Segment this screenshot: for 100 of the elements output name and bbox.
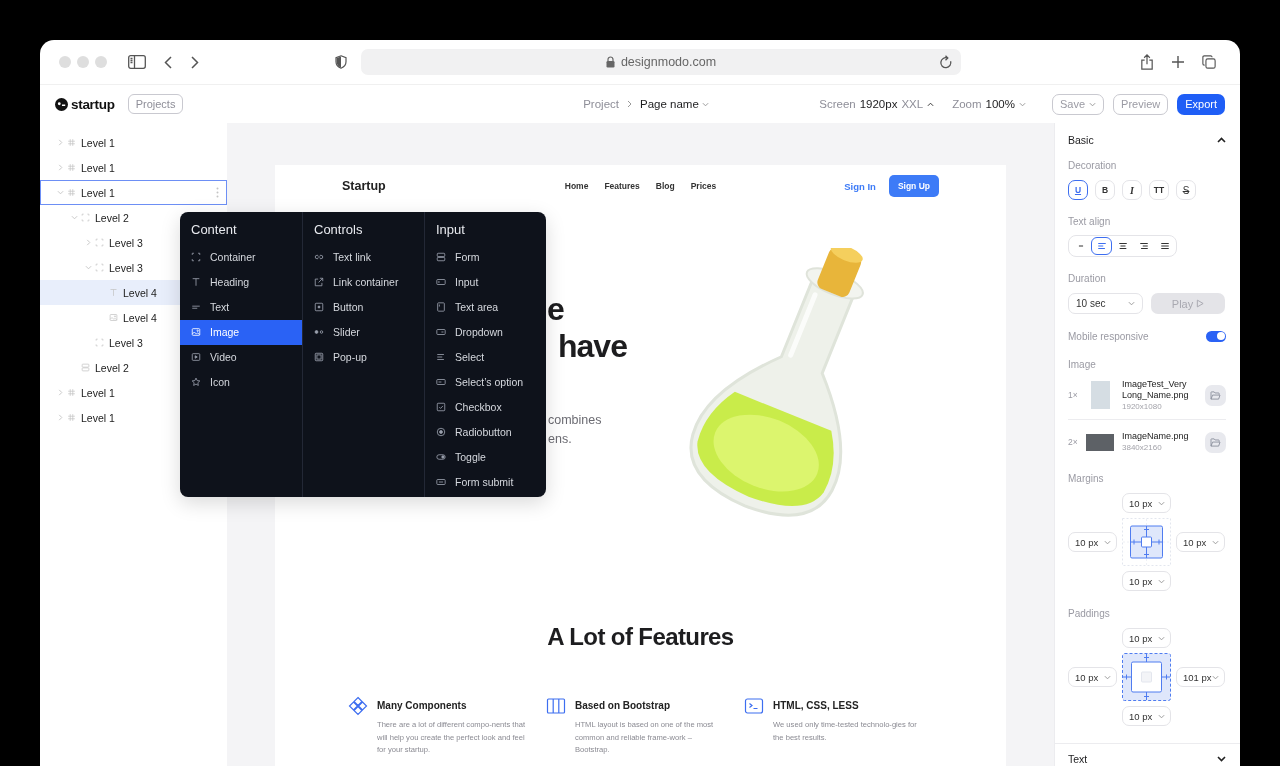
logo-icon	[55, 97, 68, 111]
letter-t-icon	[109, 288, 118, 297]
menu-item[interactable]: Form submit	[425, 469, 546, 495]
nav-link[interactable]: Prices	[690, 181, 717, 191]
decoration-button[interactable]: S	[1176, 180, 1196, 200]
plus-icon[interactable]	[1171, 54, 1185, 70]
section-header[interactable]: Text	[1068, 751, 1226, 766]
chevron-right-icon	[627, 100, 632, 108]
menu-item[interactable]: Text link	[303, 244, 424, 270]
window-dot-icon[interactable]	[77, 56, 89, 68]
menu-item[interactable]: Select’s option	[425, 369, 546, 395]
value-dropdown[interactable]: 10 px	[1122, 493, 1171, 513]
paragraph-fragment: ens.	[548, 432, 572, 446]
heading-fragment: e	[547, 291, 564, 327]
layer-item[interactable]: Level 1	[40, 405, 227, 430]
tall-box-icon	[436, 302, 446, 312]
dropdown-box-icon	[436, 327, 446, 337]
sign-up-button[interactable]: Sign Up	[888, 175, 939, 197]
layer-item[interactable]: Level 1	[40, 155, 227, 180]
align-center-icon	[1117, 241, 1128, 251]
hash-icon	[67, 138, 76, 147]
play-box-icon	[191, 352, 201, 362]
window-dot-icon[interactable]	[59, 56, 71, 68]
field-label: Paddings	[1068, 607, 1111, 621]
chevron-down-icon[interactable]	[56, 190, 64, 195]
option-box-icon	[436, 377, 446, 387]
section-header[interactable]: Basic	[1068, 132, 1226, 148]
menu-item[interactable]: Input	[425, 269, 546, 295]
decoration-button[interactable]: TT	[1149, 180, 1169, 200]
breadcrumb-link[interactable]: Page name	[640, 98, 709, 110]
diamond-grid-icon	[348, 696, 368, 716]
chevron-right-icon[interactable]	[57, 389, 63, 396]
value-dropdown[interactable]: 10 px	[1122, 706, 1171, 726]
submit-box-icon	[436, 477, 446, 487]
caret-down-icon	[1158, 635, 1165, 641]
url-text: designmodo.com	[620, 55, 717, 69]
menu-item[interactable]: Button	[303, 294, 424, 320]
decoration-button[interactable]: U	[1068, 180, 1088, 200]
field-label: Margins	[1068, 472, 1105, 486]
value-dropdown[interactable]: 10 px	[1122, 628, 1171, 648]
value-dropdown[interactable]: 10 px	[1122, 571, 1171, 591]
address-bar[interactable]: designmodo.com	[361, 49, 961, 75]
menu-item[interactable]: Container	[180, 244, 302, 270]
menu-item[interactable]: Video	[180, 344, 302, 370]
window-dot-icon[interactable]	[95, 56, 107, 68]
sign-in-link[interactable]: Sign In	[844, 180, 876, 192]
chevron-right-icon[interactable]	[57, 164, 63, 171]
nav-link[interactable]: Features	[604, 181, 640, 191]
caret-down-icon	[1212, 539, 1219, 545]
value-dropdown[interactable]: 10 px	[1068, 667, 1117, 687]
back-icon[interactable]	[164, 55, 172, 69]
duration-dropdown[interactable]: 10 sec	[1068, 293, 1143, 314]
menu-item[interactable]: Link container	[303, 269, 424, 295]
menu-heading: Controls	[313, 222, 364, 238]
value-dropdown[interactable]: 101 px	[1176, 667, 1225, 687]
export-button[interactable]: Export	[1177, 93, 1225, 115]
chevron-right-icon[interactable]	[57, 414, 63, 421]
decoration-button[interactable]: B	[1095, 180, 1115, 200]
menu-item[interactable]: Slider	[303, 319, 424, 345]
chevron-down-icon[interactable]	[70, 215, 78, 220]
caret-down-icon	[1104, 674, 1111, 680]
nav-link[interactable]: Blog	[655, 181, 675, 191]
menu-item[interactable]: Checkbox	[425, 394, 546, 420]
folder-button[interactable]	[1205, 384, 1226, 406]
forward-icon[interactable]	[191, 55, 199, 69]
value-dropdown[interactable]: 10 px	[1176, 532, 1225, 552]
align-right-icon	[1138, 241, 1149, 251]
caret-down-icon	[1158, 500, 1165, 506]
layer-item[interactable]: Level 1	[40, 180, 227, 205]
menu-item[interactable]: Toggle	[425, 444, 546, 470]
zoom-selector[interactable]: Zoom 100%	[952, 98, 1026, 110]
menu-item[interactable]: Image	[180, 319, 302, 345]
input-box-icon	[436, 277, 446, 287]
menu-item[interactable]: Text area	[425, 294, 546, 320]
menu-item[interactable]: Select	[425, 344, 546, 370]
chevron-right-icon[interactable]	[85, 239, 91, 246]
stacked-rows-icon	[81, 363, 90, 372]
chevron-down-icon[interactable]	[84, 265, 92, 270]
corner-brackets-icon	[81, 213, 90, 222]
tabs-icon[interactable]	[1202, 54, 1216, 70]
nested-square-icon	[314, 352, 324, 362]
chevron-right-icon[interactable]	[57, 139, 63, 146]
shield-icon[interactable]	[335, 55, 347, 69]
menu-item[interactable]: Pop-up	[303, 344, 424, 370]
share-icon[interactable]	[1140, 54, 1154, 70]
screen-selector[interactable]: Screen 1920px XXL	[819, 98, 935, 110]
menu-item[interactable]: Form	[425, 244, 546, 270]
decoration-button[interactable]: I	[1122, 180, 1142, 200]
sidebar-icon[interactable]	[128, 55, 146, 69]
field-label: Text align	[1068, 215, 1112, 229]
toggle-switch[interactable]	[1206, 330, 1226, 342]
menu-item[interactable]: Radiobutton	[425, 419, 546, 445]
corner-brackets-icon	[95, 238, 104, 247]
menu-item[interactable]: Icon	[180, 369, 302, 395]
menu-item[interactable]: Dropdown	[425, 319, 546, 345]
layer-item[interactable]: Level 1	[40, 130, 227, 155]
folder-button[interactable]	[1205, 431, 1226, 453]
nav-link[interactable]: Home	[564, 181, 589, 191]
value-dropdown[interactable]: 10 px	[1068, 532, 1117, 552]
reload-icon[interactable]	[939, 54, 953, 70]
